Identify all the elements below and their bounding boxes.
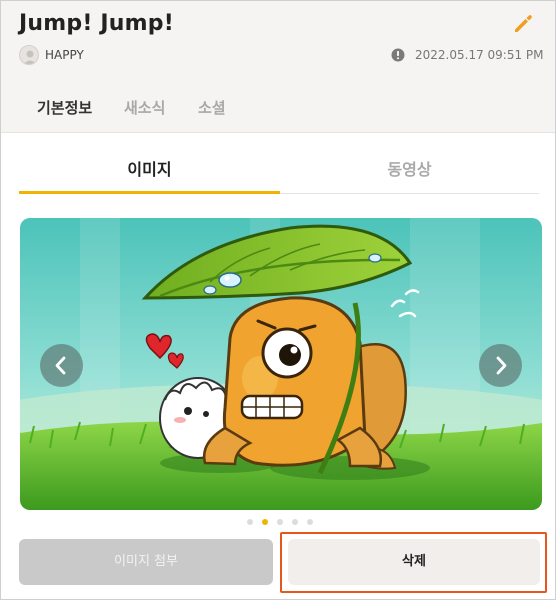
chevron-right-icon [496,356,507,375]
post-datetime: 2022.05.17 09:51 PM [415,48,544,62]
carousel-next-button[interactable] [479,344,522,387]
carousel-dot[interactable] [247,519,253,525]
carousel-dot[interactable] [307,519,313,525]
tab-images[interactable]: 이미지 [19,141,280,193]
character-illustration [20,218,542,510]
tab-videos[interactable]: 동영상 [280,141,539,193]
attach-image-button[interactable]: 이미지 첨부 [19,539,273,585]
tab-basic-info[interactable]: 기본정보 [37,97,92,118]
tab-social[interactable]: 소셜 [198,97,226,118]
alert-circle-icon [391,48,405,62]
pencil-icon[interactable] [511,12,535,36]
delete-button[interactable]: 삭제 [288,539,540,585]
carousel-dot[interactable] [277,519,283,525]
author-name: HAPPY [45,48,84,62]
carousel-dot[interactable] [292,519,298,525]
media-tabs: 이미지 동영상 [1,141,555,195]
tab-divider [280,193,539,194]
avatar [19,45,39,65]
header: Jump! Jump! HAPPY 2022.05.17 09:51 PM [1,1,555,79]
tab-news[interactable]: 새소식 [124,97,165,118]
chevron-left-icon [55,356,66,375]
active-tab-indicator [19,191,280,194]
section-tabs: 기본정보 새소식 소셜 [1,79,555,133]
page-title: Jump! Jump! [19,11,174,36]
carousel-prev-button[interactable] [40,344,83,387]
carousel-dot-active[interactable] [262,519,268,525]
carousel-image [20,218,542,510]
